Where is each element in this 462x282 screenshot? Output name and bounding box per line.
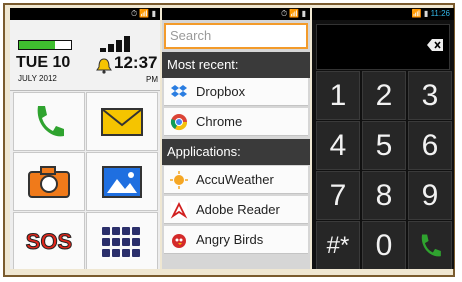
status-bar: 📶 ▮ 11:26	[312, 8, 454, 20]
camera-tile[interactable]	[13, 152, 85, 211]
backspace-icon[interactable]	[427, 39, 443, 51]
key-0[interactable]: 0	[362, 221, 406, 269]
call-button[interactable]	[408, 221, 452, 269]
search-input[interactable]: Search	[164, 23, 308, 49]
list-item-accuweather[interactable]: AccuWeather	[164, 166, 308, 194]
month-year-label: JULY 2012	[18, 74, 57, 83]
battery-indicator	[18, 40, 72, 50]
status-icons: 📶 ▮	[411, 9, 429, 18]
bird-icon	[172, 234, 186, 248]
status-bar: ⏱ 📶 ▮	[162, 8, 310, 20]
list-item-adobe-reader[interactable]: Adobe Reader	[164, 196, 308, 224]
sos-label: SOS	[25, 228, 73, 254]
key-8[interactable]: 8	[362, 171, 406, 220]
battery-fill	[19, 41, 56, 49]
status-icons: ⏱ 📶 ▮	[280, 9, 306, 18]
phone-icon	[421, 234, 441, 257]
key-2[interactable]: 2	[362, 71, 406, 120]
item-label: Dropbox	[196, 84, 246, 99]
item-label: Adobe Reader	[196, 202, 280, 217]
key-4[interactable]: 4	[316, 121, 360, 170]
key-7[interactable]: 7	[316, 171, 360, 220]
item-label: AccuWeather	[196, 172, 274, 187]
key-6[interactable]: 6	[408, 121, 452, 170]
list-item-chrome[interactable]: Chrome	[164, 108, 308, 136]
sun-icon	[170, 171, 188, 189]
list-item-angry-birds[interactable]: Angry Birds	[164, 226, 308, 254]
picture-icon	[102, 165, 142, 198]
status-bar: ⏱ 📶 ▮	[10, 8, 160, 20]
clock-ampm: PM	[146, 75, 158, 84]
envelope-icon	[101, 107, 143, 136]
senior-home-screen: ⏱ 📶 ▮ TUE 10 JULY 2012 12:37 PM SOS	[10, 8, 160, 269]
phone-icon	[37, 105, 64, 136]
dial-number-display[interactable]	[316, 24, 450, 70]
item-label: Angry Birds	[196, 232, 264, 247]
camera-icon	[28, 165, 70, 198]
list-item-dropbox[interactable]: Dropbox	[164, 78, 308, 106]
sos-tile[interactable]: SOS	[13, 212, 85, 269]
key-hash-star[interactable]: #*	[316, 221, 360, 269]
phone-tile[interactable]	[13, 92, 85, 151]
recent-header: Most recent:	[162, 52, 310, 78]
adobe-icon	[170, 201, 188, 219]
date-label: TUE 10	[16, 54, 71, 71]
home-header: TUE 10 JULY 2012 12:37 PM	[10, 20, 160, 91]
key-9[interactable]: 9	[408, 171, 452, 220]
grid-icon	[102, 226, 140, 257]
app-list-screen: ⏱ 📶 ▮ Search Most recent: Dropbox Chrome…	[162, 8, 310, 269]
applications-header: Applications:	[162, 139, 310, 165]
key-3[interactable]: 3	[408, 71, 452, 120]
messages-tile[interactable]	[86, 92, 158, 151]
apps-tile[interactable]	[86, 212, 158, 269]
dialer-screen: 📶 ▮ 11:26 1 2 3 4 5 6 7 8 9 #* 0	[312, 8, 454, 269]
clock-time: 12:37	[114, 53, 158, 72]
alarm-bell-icon	[96, 58, 112, 74]
dropbox-icon	[171, 85, 187, 97]
gallery-tile[interactable]	[86, 152, 158, 211]
chrome-icon	[170, 114, 188, 131]
item-label: Chrome	[196, 114, 243, 129]
key-5[interactable]: 5	[362, 121, 406, 170]
status-icons: ⏱ 📶 ▮	[130, 9, 156, 18]
status-time: 11:26	[430, 9, 450, 18]
key-1[interactable]: 1	[316, 71, 360, 120]
search-placeholder: Search	[170, 28, 212, 43]
